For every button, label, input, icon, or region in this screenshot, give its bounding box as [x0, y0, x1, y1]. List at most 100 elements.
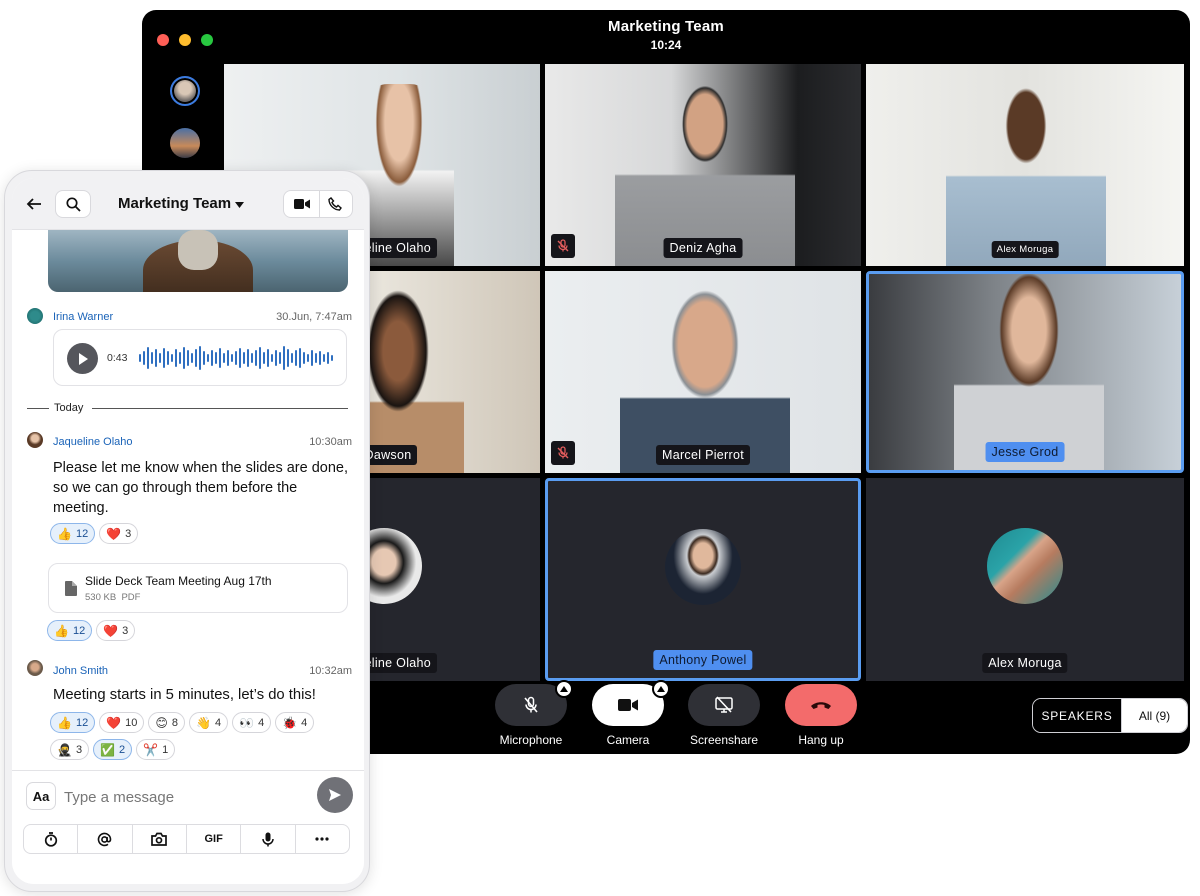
- sender-name[interactable]: John Smith: [53, 665, 108, 677]
- microphone-icon: [262, 832, 274, 846]
- bug-icon: 🐞: [282, 715, 298, 730]
- reaction-count: 12: [72, 624, 86, 637]
- play-icon[interactable]: [67, 343, 98, 374]
- channel-title[interactable]: Marketing Team: [118, 195, 245, 212]
- file-meta: 530 KB PDF: [85, 592, 141, 603]
- reaction-thumbs-up[interactable]: 👍 12: [50, 523, 96, 544]
- channel-title-text: Marketing Team: [118, 195, 232, 212]
- video-call-icon[interactable]: [294, 198, 310, 210]
- screenshare-control: Screenshare: [679, 684, 769, 747]
- reaction-bug[interactable]: 🐞 4: [275, 712, 315, 733]
- sidebar-avatar-active[interactable]: [170, 76, 200, 106]
- participant-tile[interactable]: Alex Moruga: [866, 478, 1184, 681]
- gif-button[interactable]: GIF: [187, 825, 242, 853]
- shared-photo[interactable]: [48, 230, 348, 292]
- microphone-options-chevron-icon[interactable]: [555, 680, 573, 698]
- microphone-button[interactable]: [495, 680, 573, 726]
- send-button[interactable]: [317, 777, 353, 813]
- format-text-button[interactable]: Aa: [26, 782, 56, 810]
- view-toggle: SPEAKERS All (9): [1032, 698, 1188, 733]
- reaction-heart[interactable]: ❤️ 3: [99, 523, 139, 544]
- reaction-heart[interactable]: ❤️ 3: [96, 620, 136, 641]
- date-divider: Today: [54, 402, 84, 414]
- voice-record-button[interactable]: [241, 825, 296, 853]
- sender-name[interactable]: Irina Warner: [53, 311, 113, 323]
- reaction-check[interactable]: ✅ 2: [93, 739, 133, 760]
- participant-name: Alex Moruga: [991, 241, 1059, 258]
- chevron-down-icon: [235, 202, 245, 208]
- hangup-control: Hang up: [776, 684, 866, 747]
- camera-button[interactable]: [592, 680, 670, 726]
- file-attachment[interactable]: Slide Deck Team Meeting Aug 17th 530 KB …: [48, 563, 348, 613]
- reaction-count: 10: [125, 716, 138, 729]
- reaction-scissors[interactable]: ✂️ 1: [136, 739, 176, 760]
- participant-name: Anthony Powel: [653, 650, 753, 670]
- camera-label: Camera: [606, 733, 650, 747]
- camera-options-chevron-icon[interactable]: [652, 680, 670, 698]
- sidebar-avatar[interactable]: [170, 128, 200, 158]
- reaction-thumbs-up[interactable]: 👍 12: [50, 712, 96, 733]
- reaction-count: 12: [75, 527, 89, 540]
- participant-tile-active[interactable]: Jesse Grod: [866, 271, 1184, 473]
- reaction-ninja[interactable]: 🥷 3: [50, 739, 90, 760]
- check-icon: ✅: [100, 742, 116, 757]
- divider-line: [27, 408, 49, 409]
- file-name: Slide Deck Team Meeting Aug 17th: [85, 574, 272, 588]
- hangup-button[interactable]: [785, 684, 857, 726]
- sender-name[interactable]: Jaqueline Olaho: [53, 436, 133, 448]
- call-timer: 10:24: [650, 38, 682, 52]
- heart-icon: ❤️: [103, 623, 119, 638]
- reaction-thumbs-up[interactable]: 👍 12: [47, 620, 93, 641]
- thumbs-up-icon: 👍: [57, 715, 72, 730]
- search-button[interactable]: [55, 190, 91, 218]
- chat-screen: Marketing Team Irina Warner 30.Jun, 7:47…: [12, 178, 364, 884]
- phone-frame: Marketing Team Irina Warner 30.Jun, 7:47…: [4, 170, 370, 892]
- message-input[interactable]: [64, 783, 314, 811]
- heart-icon: ❤️: [106, 715, 122, 730]
- camera-icon: [151, 832, 168, 846]
- participant-tile-active[interactable]: Anthony Powel: [545, 478, 861, 681]
- camera-control: Camera: [583, 680, 673, 747]
- message-text: Meeting starts in 5 minutes, let’s do th…: [53, 687, 316, 703]
- participant-tile[interactable]: Deniz Agha: [545, 64, 861, 266]
- video-camera-icon: [618, 699, 638, 711]
- phone-icon[interactable]: [328, 197, 342, 211]
- reaction-wave[interactable]: 👋 4: [189, 712, 229, 733]
- participant-tile[interactable]: Marcel Pierrot: [545, 271, 861, 473]
- reaction-count: 8: [171, 716, 179, 729]
- reaction-heart[interactable]: ❤️ 10: [99, 712, 145, 733]
- all-participants-button[interactable]: All (9): [1122, 699, 1187, 732]
- timer-button[interactable]: [24, 825, 79, 853]
- call-title: Marketing Team: [608, 18, 724, 35]
- reaction-row: 👍 12 ❤️ 3: [50, 523, 350, 544]
- mention-button[interactable]: [78, 825, 133, 853]
- reaction-count: 4: [258, 716, 265, 729]
- message-timestamp: 30.Jun, 7:47am: [276, 311, 352, 323]
- ninja-icon: 🥷: [57, 742, 72, 757]
- screenshare-label: Screenshare: [689, 733, 759, 747]
- more-dots-icon: [315, 837, 329, 841]
- speakers-view-button[interactable]: SPEAKERS: [1033, 699, 1122, 732]
- smile-icon: 😊: [155, 715, 168, 730]
- document-icon: [65, 581, 77, 596]
- participant-tile[interactable]: Alex Moruga: [866, 64, 1184, 266]
- composer-toolbar: GIF: [23, 824, 350, 854]
- chat-header: Marketing Team: [12, 178, 364, 230]
- scissors-icon: ✂️: [143, 742, 159, 757]
- screenshare-button[interactable]: [688, 684, 760, 726]
- camera-button[interactable]: [133, 825, 187, 853]
- participant-name: Jesse Grod: [985, 442, 1065, 462]
- more-options-button[interactable]: [296, 825, 349, 853]
- wave-icon: 👋: [196, 715, 211, 730]
- avatar: [27, 660, 43, 676]
- avatar: [27, 308, 43, 324]
- audio-waveform[interactable]: [138, 344, 338, 372]
- screenshare-off-icon: [715, 696, 733, 713]
- at-sign-icon: [98, 832, 112, 846]
- microphone-control: Microphone: [486, 680, 576, 747]
- reaction-smile[interactable]: 😊 8: [148, 712, 186, 733]
- participant-name: Marcel Pierrot: [656, 445, 750, 465]
- call-buttons: [283, 190, 353, 218]
- reaction-eyes[interactable]: 👀 4: [232, 712, 272, 733]
- back-arrow-icon[interactable]: [26, 196, 42, 217]
